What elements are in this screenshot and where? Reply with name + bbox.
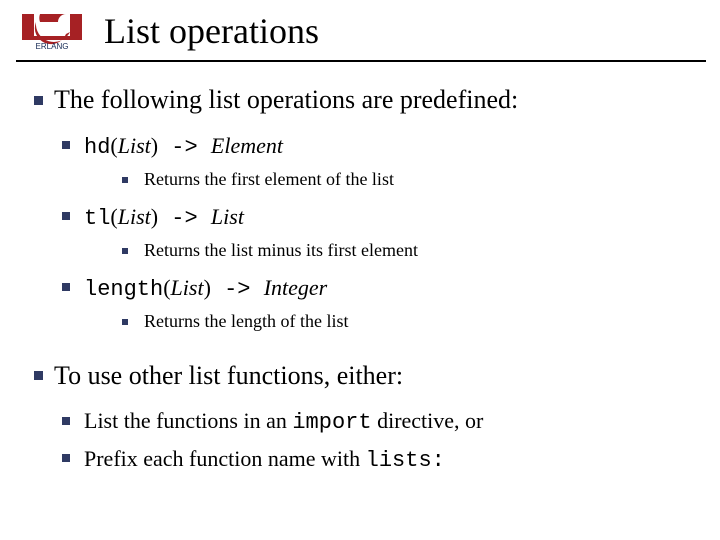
other-list: List the functions in an import directiv… xyxy=(58,406,700,475)
paren-close: ) xyxy=(151,204,158,229)
paren-open: ( xyxy=(163,275,170,300)
erlang-logo: ERLANG xyxy=(22,14,82,50)
op-hd: hd(List) -> Element xyxy=(58,131,700,163)
section-predefined-heading: The following list operations are predef… xyxy=(30,84,700,117)
content-area: The following list operations are predef… xyxy=(30,84,700,482)
slide: ERLANG List operations The following lis… xyxy=(0,0,720,540)
other-item-prefix: Prefix each function name with lists: xyxy=(58,444,700,476)
svg-text:ERLANG: ERLANG xyxy=(36,42,69,50)
op-length-ret: Integer xyxy=(264,275,328,300)
op-tl-name: tl xyxy=(84,206,110,231)
op-tl-arg: List xyxy=(118,204,151,229)
text-pre: Prefix each function name with xyxy=(84,446,366,471)
title-underline xyxy=(16,60,706,62)
paren-close: ) xyxy=(204,275,211,300)
arrow: -> xyxy=(158,135,211,160)
other-item-import: List the functions in an import directiv… xyxy=(58,406,700,438)
op-tl: tl(List) -> List xyxy=(58,202,700,234)
code-lists-prefix: lists: xyxy=(366,448,445,473)
predefined-list: hd(List) -> Element Returns the first el… xyxy=(58,131,700,334)
text-post: directive, or xyxy=(372,408,484,433)
paren-close: ) xyxy=(151,133,158,158)
op-tl-desc: Returns the list minus its first element xyxy=(118,239,700,262)
slide-title: List operations xyxy=(104,10,319,52)
text-pre: List the functions in an xyxy=(84,408,292,433)
paren-open: ( xyxy=(110,204,117,229)
code-import: import xyxy=(292,410,371,435)
arrow: -> xyxy=(211,277,264,302)
op-hd-desc: Returns the first element of the list xyxy=(118,168,700,191)
op-hd-name: hd xyxy=(84,135,110,160)
op-hd-ret: Element xyxy=(211,133,283,158)
section-other-heading: To use other list functions, either: xyxy=(30,360,700,393)
op-tl-ret: List xyxy=(211,204,244,229)
op-hd-arg: List xyxy=(118,133,151,158)
op-length-desc: Returns the length of the list xyxy=(118,310,700,333)
arrow: -> xyxy=(158,206,211,231)
op-length: length(List) -> Integer xyxy=(58,273,700,305)
op-length-arg: List xyxy=(171,275,204,300)
op-length-name: length xyxy=(84,277,163,302)
paren-open: ( xyxy=(110,133,117,158)
